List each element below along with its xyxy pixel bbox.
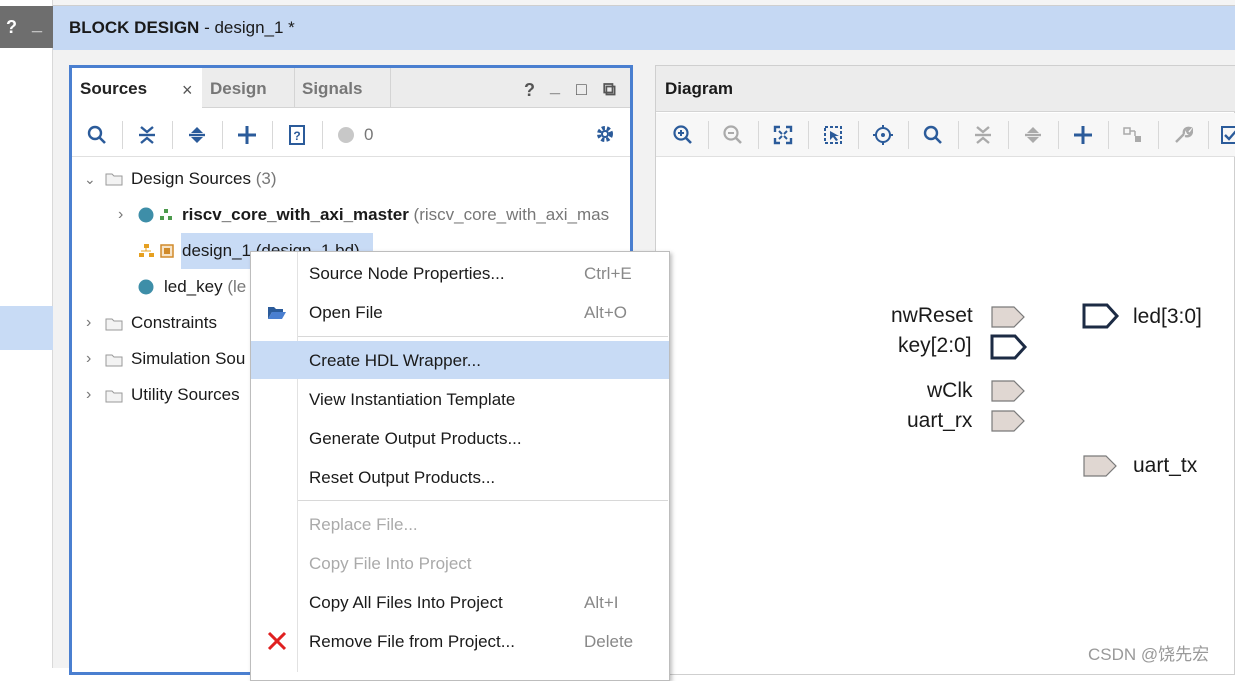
auto-fit-selection-icon[interactable]	[873, 125, 893, 145]
search-icon[interactable]	[87, 125, 107, 145]
tree-item-utility-sources[interactable]: Utility Sources	[131, 385, 240, 405]
diagram-tab-bar	[656, 66, 1235, 112]
port-label-led: led[3:0]	[1133, 305, 1202, 328]
port-label-wclk: wClk	[927, 379, 973, 402]
hierarchy-icon	[160, 209, 172, 220]
menu-item-remove-file-from-project[interactable]: Remove File from Project... Delete	[251, 622, 669, 660]
menu-separator	[298, 500, 668, 501]
validate-design-icon[interactable]	[1221, 125, 1235, 145]
add-ip-icon[interactable]	[1073, 125, 1093, 145]
zoom-in-icon[interactable]	[673, 125, 693, 145]
chevron-right-icon[interactable]: ›	[86, 386, 91, 404]
status-dot-icon	[338, 127, 354, 143]
page-title: BLOCK DESIGN - design_1 *	[69, 18, 295, 37]
help-button[interactable]: ?	[6, 17, 17, 38]
chevron-down-icon[interactable]: ⌄	[84, 171, 96, 188]
tree-item-constraints[interactable]: Constraints	[131, 313, 217, 333]
folder-icon	[105, 390, 123, 403]
zoom-fit-icon[interactable]	[773, 125, 793, 145]
float-icon[interactable]: ⧉	[603, 79, 616, 100]
tab-signals[interactable]: Signals	[294, 68, 391, 108]
folder-icon	[105, 173, 123, 186]
search-icon[interactable]	[923, 125, 943, 145]
input-port-wclk[interactable]	[990, 379, 1026, 403]
open-folder-icon	[268, 307, 286, 319]
verilog-module-icon	[138, 279, 154, 295]
minimize-button[interactable]: _	[32, 14, 42, 35]
menu-item-copy-all-files-into-project[interactable]: Copy All Files Into Project Alt+I	[251, 583, 669, 621]
verilog-module-icon	[138, 207, 154, 223]
menu-item-source-node-properties[interactable]: Source Node Properties... Ctrl+E	[251, 254, 669, 292]
port-label-nwreset: nwReset	[891, 304, 973, 327]
source-file-properties-icon[interactable]: ?	[288, 124, 306, 146]
diagram-toolbar	[656, 113, 1235, 157]
menu-item-create-hdl-wrapper[interactable]: Create HDL Wrapper...	[251, 341, 669, 379]
minimize-icon[interactable]: _	[550, 76, 560, 97]
zoom-out-icon[interactable]	[723, 125, 743, 145]
menu-item-reset-output-products[interactable]: Reset Output Products...	[251, 458, 669, 496]
tree-item-design-sources[interactable]: Design Sources (3)	[131, 169, 277, 189]
remove-x-icon	[267, 631, 287, 651]
tab-design[interactable]: Design	[202, 68, 295, 108]
port-label-uart-rx: uart_rx	[907, 409, 973, 432]
wrench-icon[interactable]	[1173, 125, 1193, 145]
tree-item-riscv-core[interactable]: riscv_core_with_axi_master (riscv_core_w…	[182, 205, 609, 225]
folder-icon	[105, 354, 123, 367]
menu-item-generate-output-products[interactable]: Generate Output Products...	[251, 419, 669, 457]
menu-separator	[298, 336, 668, 337]
svg-text:?: ?	[293, 129, 300, 143]
block-design-icon	[160, 244, 174, 258]
menu-item-copy-file-into-project[interactable]: Copy File Into Project	[251, 544, 669, 582]
watermark: CSDN @饶先宏	[1088, 645, 1210, 664]
menu-item-open-file[interactable]: Open File Alt+O	[251, 293, 669, 331]
tab-diagram[interactable]: Diagram	[665, 79, 733, 99]
input-port-uart-rx[interactable]	[990, 409, 1026, 433]
flow-navigator-header: ? _	[0, 6, 53, 48]
tree-item-led-key[interactable]: led_key (le	[164, 277, 246, 297]
port-label-uart-tx: uart_tx	[1133, 454, 1198, 477]
chevron-right-icon[interactable]: ›	[86, 350, 91, 368]
port-label-key: key[2:0]	[898, 334, 972, 357]
input-port-nwreset[interactable]	[990, 305, 1026, 329]
output-port-led[interactable]	[1082, 303, 1120, 329]
make-connection-icon[interactable]	[1123, 125, 1143, 145]
expand-all-icon[interactable]	[1023, 124, 1043, 146]
folder-icon	[105, 318, 123, 331]
flow-navigator-selected-item[interactable]	[0, 306, 53, 350]
add-sources-icon[interactable]	[237, 125, 257, 145]
collapse-all-icon[interactable]	[973, 124, 993, 146]
block-design-hierarchy-icon	[139, 244, 154, 257]
chevron-right-icon[interactable]: ›	[86, 314, 91, 332]
menu-item-view-instantiation-template[interactable]: View Instantiation Template	[251, 380, 669, 418]
gear-icon[interactable]	[595, 124, 615, 144]
tab-sources[interactable]: Sources ×	[72, 68, 202, 108]
menu-item-replace-file[interactable]: Replace File...	[251, 505, 669, 543]
output-port-uart-tx[interactable]	[1082, 454, 1118, 478]
expand-all-icon[interactable]	[187, 124, 207, 146]
help-icon[interactable]: ?	[524, 80, 535, 101]
sources-tab-bar: Sources × Design Signals ? _ □ ⧉	[72, 68, 630, 108]
zoom-area-icon[interactable]	[823, 125, 843, 145]
tree-item-simulation-sources[interactable]: Simulation Sou	[131, 349, 245, 369]
close-tab-icon[interactable]: ×	[182, 80, 193, 101]
status-count: 0	[364, 125, 374, 144]
collapse-all-icon[interactable]	[137, 124, 157, 146]
maximize-icon[interactable]: □	[576, 79, 587, 100]
sources-toolbar: ? 0	[72, 113, 630, 157]
input-port-key[interactable]	[990, 334, 1028, 360]
chevron-right-icon[interactable]: ›	[118, 206, 123, 224]
